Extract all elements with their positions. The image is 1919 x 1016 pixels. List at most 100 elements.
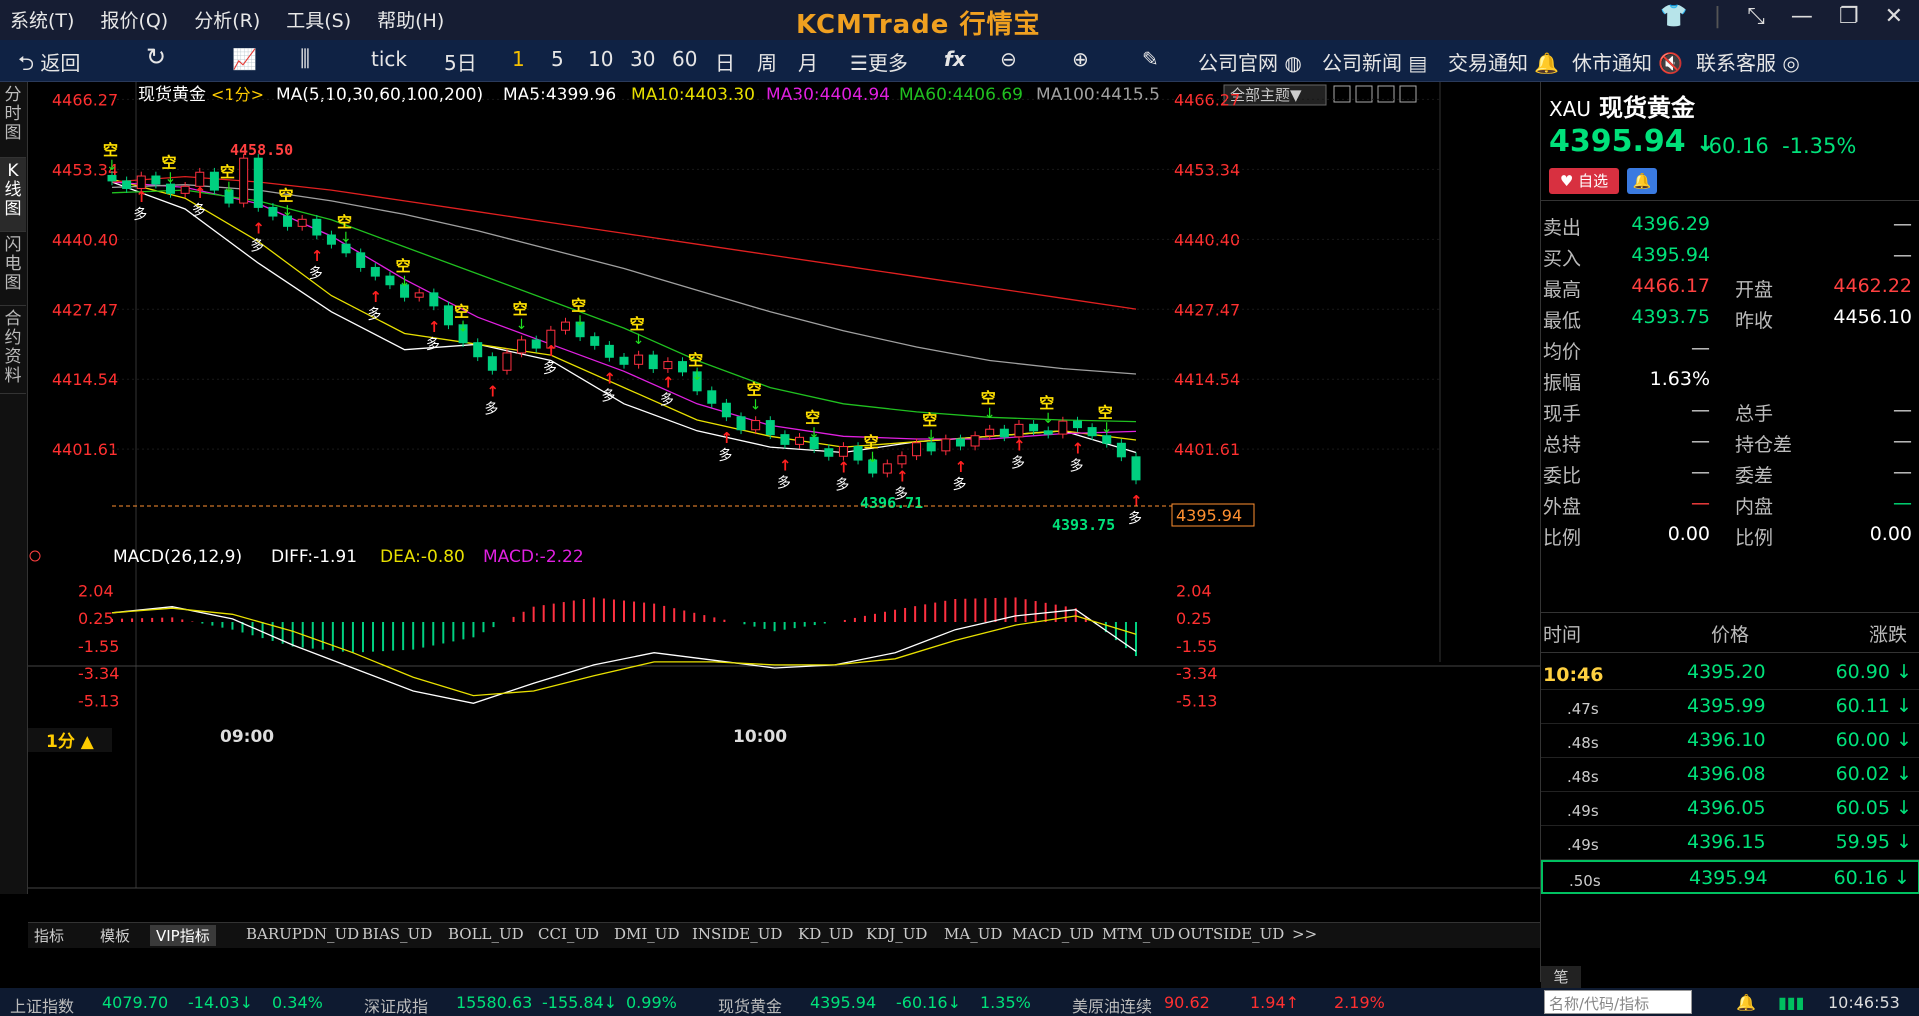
period-month[interactable]: 月	[798, 47, 818, 76]
macd-tick-left: -1.55	[78, 637, 119, 656]
high-annotation: 4458.50	[230, 141, 293, 159]
link-company-news[interactable]: 公司新闻 ▤	[1322, 47, 1427, 76]
period-day[interactable]: 日	[715, 47, 735, 76]
tab-templates[interactable]: 模板	[100, 925, 130, 946]
menu-help[interactable]: 帮助(H)	[377, 6, 444, 33]
candle-body	[619, 356, 629, 365]
period-1min[interactable]: 1	[512, 47, 525, 71]
candle-body	[897, 455, 907, 465]
tab-pen[interactable]: 笔	[1541, 966, 1581, 988]
link-company-site[interactable]: 公司官网 ◍	[1198, 47, 1302, 76]
tab-cci[interactable]: CCI_UD	[538, 925, 599, 943]
tick-row[interactable]: .48s 4396.10 60.00 ↓	[1541, 724, 1919, 758]
quote-l1: 委比	[1543, 465, 1582, 487]
restore-button[interactable]: ❐	[1839, 4, 1859, 29]
index-name[interactable]: 现货黄金	[718, 993, 782, 1016]
period-5min[interactable]: 5	[551, 47, 564, 71]
candle-body	[356, 252, 366, 268]
index-change: -60.16↓	[896, 993, 961, 1012]
tick-header-time: 时间	[1543, 624, 1582, 646]
down-arrow-signal: ↓	[340, 230, 352, 246]
tab-vip-indicators[interactable]: VIP指标	[150, 925, 216, 946]
tab-bias[interactable]: BIAS_UD	[362, 925, 432, 943]
candle-body	[107, 174, 117, 182]
minimize-button[interactable]: —	[1791, 4, 1813, 29]
chart-area[interactable]: 现货黄金 <1分> MA(5,10,30,60,100,200) MA5:439…	[28, 82, 1540, 922]
draw-pen-icon[interactable]: ✎	[1142, 47, 1159, 71]
shrink-icon[interactable]: ⤡	[1747, 4, 1765, 29]
tab-boll[interactable]: BOLL_UD	[448, 925, 524, 943]
tab-dmi[interactable]: DMI_UD	[614, 925, 679, 943]
short-signal: 空	[162, 153, 177, 171]
index-name[interactable]: 上证指数	[10, 993, 74, 1016]
tick-row[interactable]: .49s 4396.05 60.05 ↓	[1541, 792, 1919, 826]
tab-kline[interactable]: K线图	[0, 158, 26, 232]
tab-indicators[interactable]: 指标	[34, 925, 64, 946]
tick-change: 59.95	[1835, 831, 1890, 853]
period-60min[interactable]: 60	[672, 47, 697, 71]
tab-kd[interactable]: KD_UD	[798, 925, 853, 943]
tab-contract-info[interactable]: 合约资料	[0, 306, 26, 394]
index-name[interactable]: 美原油连续	[1072, 993, 1152, 1016]
tab-outside[interactable]: OUTSIDE_UD	[1178, 925, 1284, 943]
quote-l1: 外盘	[1543, 496, 1582, 518]
tick-row[interactable]: .49s 4396.15 59.95 ↓	[1541, 826, 1919, 860]
menu-tools[interactable]: 工具(S)	[286, 6, 351, 33]
tick-row[interactable]: 10:46 4395.20 60.90 ↓	[1541, 656, 1919, 690]
candlestick-icon[interactable]: ⫼	[300, 47, 310, 72]
divider	[1541, 652, 1919, 653]
search-input[interactable]: 名称/代码/指标	[1544, 990, 1692, 1014]
skin-icon[interactable]: 👕	[1660, 4, 1687, 29]
line-chart-icon[interactable]: 📈	[232, 47, 257, 71]
short-signal: 空	[981, 389, 996, 407]
tab-kdj[interactable]: KDJ_UD	[866, 925, 927, 943]
zoom-in-icon[interactable]: ⊕	[1072, 47, 1089, 71]
period-week[interactable]: 周	[757, 47, 777, 76]
period-5day[interactable]: 5日	[444, 47, 477, 76]
zoom-out-icon[interactable]: ⊖	[1000, 47, 1017, 71]
menu-quote[interactable]: 报价(Q)	[100, 6, 168, 33]
tick-row[interactable]: .47s 4395.99 60.11 ↓	[1541, 690, 1919, 724]
tab-flash[interactable]: 闪电图	[0, 232, 26, 306]
tick-change: 60.90	[1835, 661, 1890, 683]
candle-body	[1087, 427, 1097, 437]
index-name[interactable]: 深证成指	[364, 993, 428, 1016]
period-tick[interactable]: tick	[371, 47, 407, 71]
period-10min[interactable]: 10	[588, 47, 613, 71]
period-selector[interactable]: 1分 ▲	[46, 732, 95, 752]
watchlist-button[interactable]: ♥ 自选	[1549, 168, 1619, 194]
more-button[interactable]: ☰更多	[850, 47, 908, 76]
price-tick-left: 4440.40	[52, 230, 118, 249]
tick-row[interactable]: .48s 4396.08 60.02 ↓	[1541, 758, 1919, 792]
refresh-icon[interactable]: ↻	[146, 43, 166, 71]
link-support[interactable]: 联系客服 ◎	[1696, 47, 1800, 76]
candle-body	[882, 463, 892, 474]
tab-barupdn[interactable]: BARUPDN_UD	[246, 925, 359, 943]
back-button[interactable]: ⮌ 返回	[18, 47, 80, 83]
tab-more[interactable]: >>	[1292, 925, 1317, 943]
link-trade-notice[interactable]: 交易通知 🔔	[1448, 47, 1559, 76]
notification-icon[interactable]: 🔔	[1736, 993, 1756, 1012]
tab-inside[interactable]: INSIDE_UD	[692, 925, 782, 943]
formula-icon[interactable]: fx	[944, 47, 966, 71]
kline-chart[interactable]: 现货黄金 <1分> MA(5,10,30,60,100,200) MA5:439…	[28, 82, 1540, 922]
menu-analysis[interactable]: 分析(R)	[194, 6, 260, 33]
quote-l2: 内盘	[1735, 496, 1774, 518]
tick-time: .47s	[1567, 700, 1599, 718]
chart-bg	[28, 82, 1540, 922]
tab-mtm[interactable]: MTM_UD	[1102, 925, 1175, 943]
period-30min[interactable]: 30	[630, 47, 655, 71]
alert-bell-button[interactable]: 🔔	[1627, 168, 1657, 194]
menu-system[interactable]: 系统(T)	[10, 6, 74, 33]
macd-tick-right: -3.34	[1176, 664, 1217, 683]
tick-time: .49s	[1567, 836, 1599, 854]
tab-timeshare[interactable]: 分时图	[0, 82, 26, 158]
tick-row[interactable]: .50s 4395.94 60.16 ↓	[1541, 860, 1919, 894]
long-signal: 多	[367, 306, 381, 323]
tab-macd[interactable]: MACD_UD	[1012, 925, 1094, 943]
candle-body	[312, 218, 322, 236]
index-pct: 1.35%	[980, 993, 1031, 1012]
close-button[interactable]: ✕	[1885, 4, 1903, 29]
tab-ma[interactable]: MA_UD	[944, 925, 1002, 943]
link-market-closed[interactable]: 休市通知 🔇	[1572, 47, 1683, 76]
